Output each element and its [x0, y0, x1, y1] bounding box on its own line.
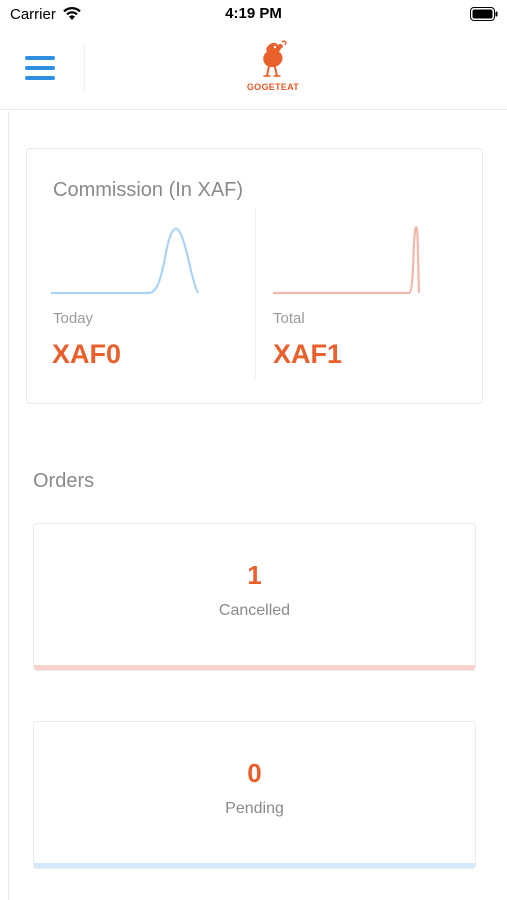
nav-bar: GOGETEAT: [0, 30, 507, 110]
today-label: Today: [53, 310, 94, 327]
pending-orders-card[interactable]: 0 Pending: [33, 721, 476, 869]
commission-divider: [255, 209, 256, 379]
status-bar: Carrier 4:19 PM: [0, 0, 507, 30]
today-sparkline: [51, 227, 199, 295]
pending-count: 0: [247, 758, 262, 788]
app-logo: GOGETEAT: [238, 38, 308, 98]
total-label: Total: [273, 310, 305, 327]
cancelled-label: Cancelled: [218, 602, 291, 619]
total-value: XAF1: [273, 339, 343, 369]
commission-card: Commission (In XAF) Today XAF0 Total XAF…: [26, 148, 483, 404]
clock-time: 4:19 PM: [225, 5, 282, 22]
today-value: XAF0: [52, 339, 122, 369]
orders-heading: Orders: [33, 470, 95, 492]
menu-button[interactable]: [18, 48, 62, 88]
cancelled-orders-card[interactable]: 1 Cancelled: [33, 523, 476, 671]
battery-icon: [470, 7, 498, 21]
total-sparkline: [273, 226, 421, 295]
pending-bar: [34, 863, 475, 868]
cancelled-count: 1: [247, 560, 262, 590]
content-edge: [8, 111, 9, 900]
logo-text: GOGETEAT: [246, 82, 300, 92]
pending-label: Pending: [225, 800, 284, 817]
nav-divider: [84, 44, 85, 92]
logo-icon: [263, 40, 287, 77]
commission-title: Commission (In XAF): [53, 179, 244, 201]
cancelled-bar: [34, 665, 475, 670]
menu-icon[interactable]: [18, 48, 62, 88]
